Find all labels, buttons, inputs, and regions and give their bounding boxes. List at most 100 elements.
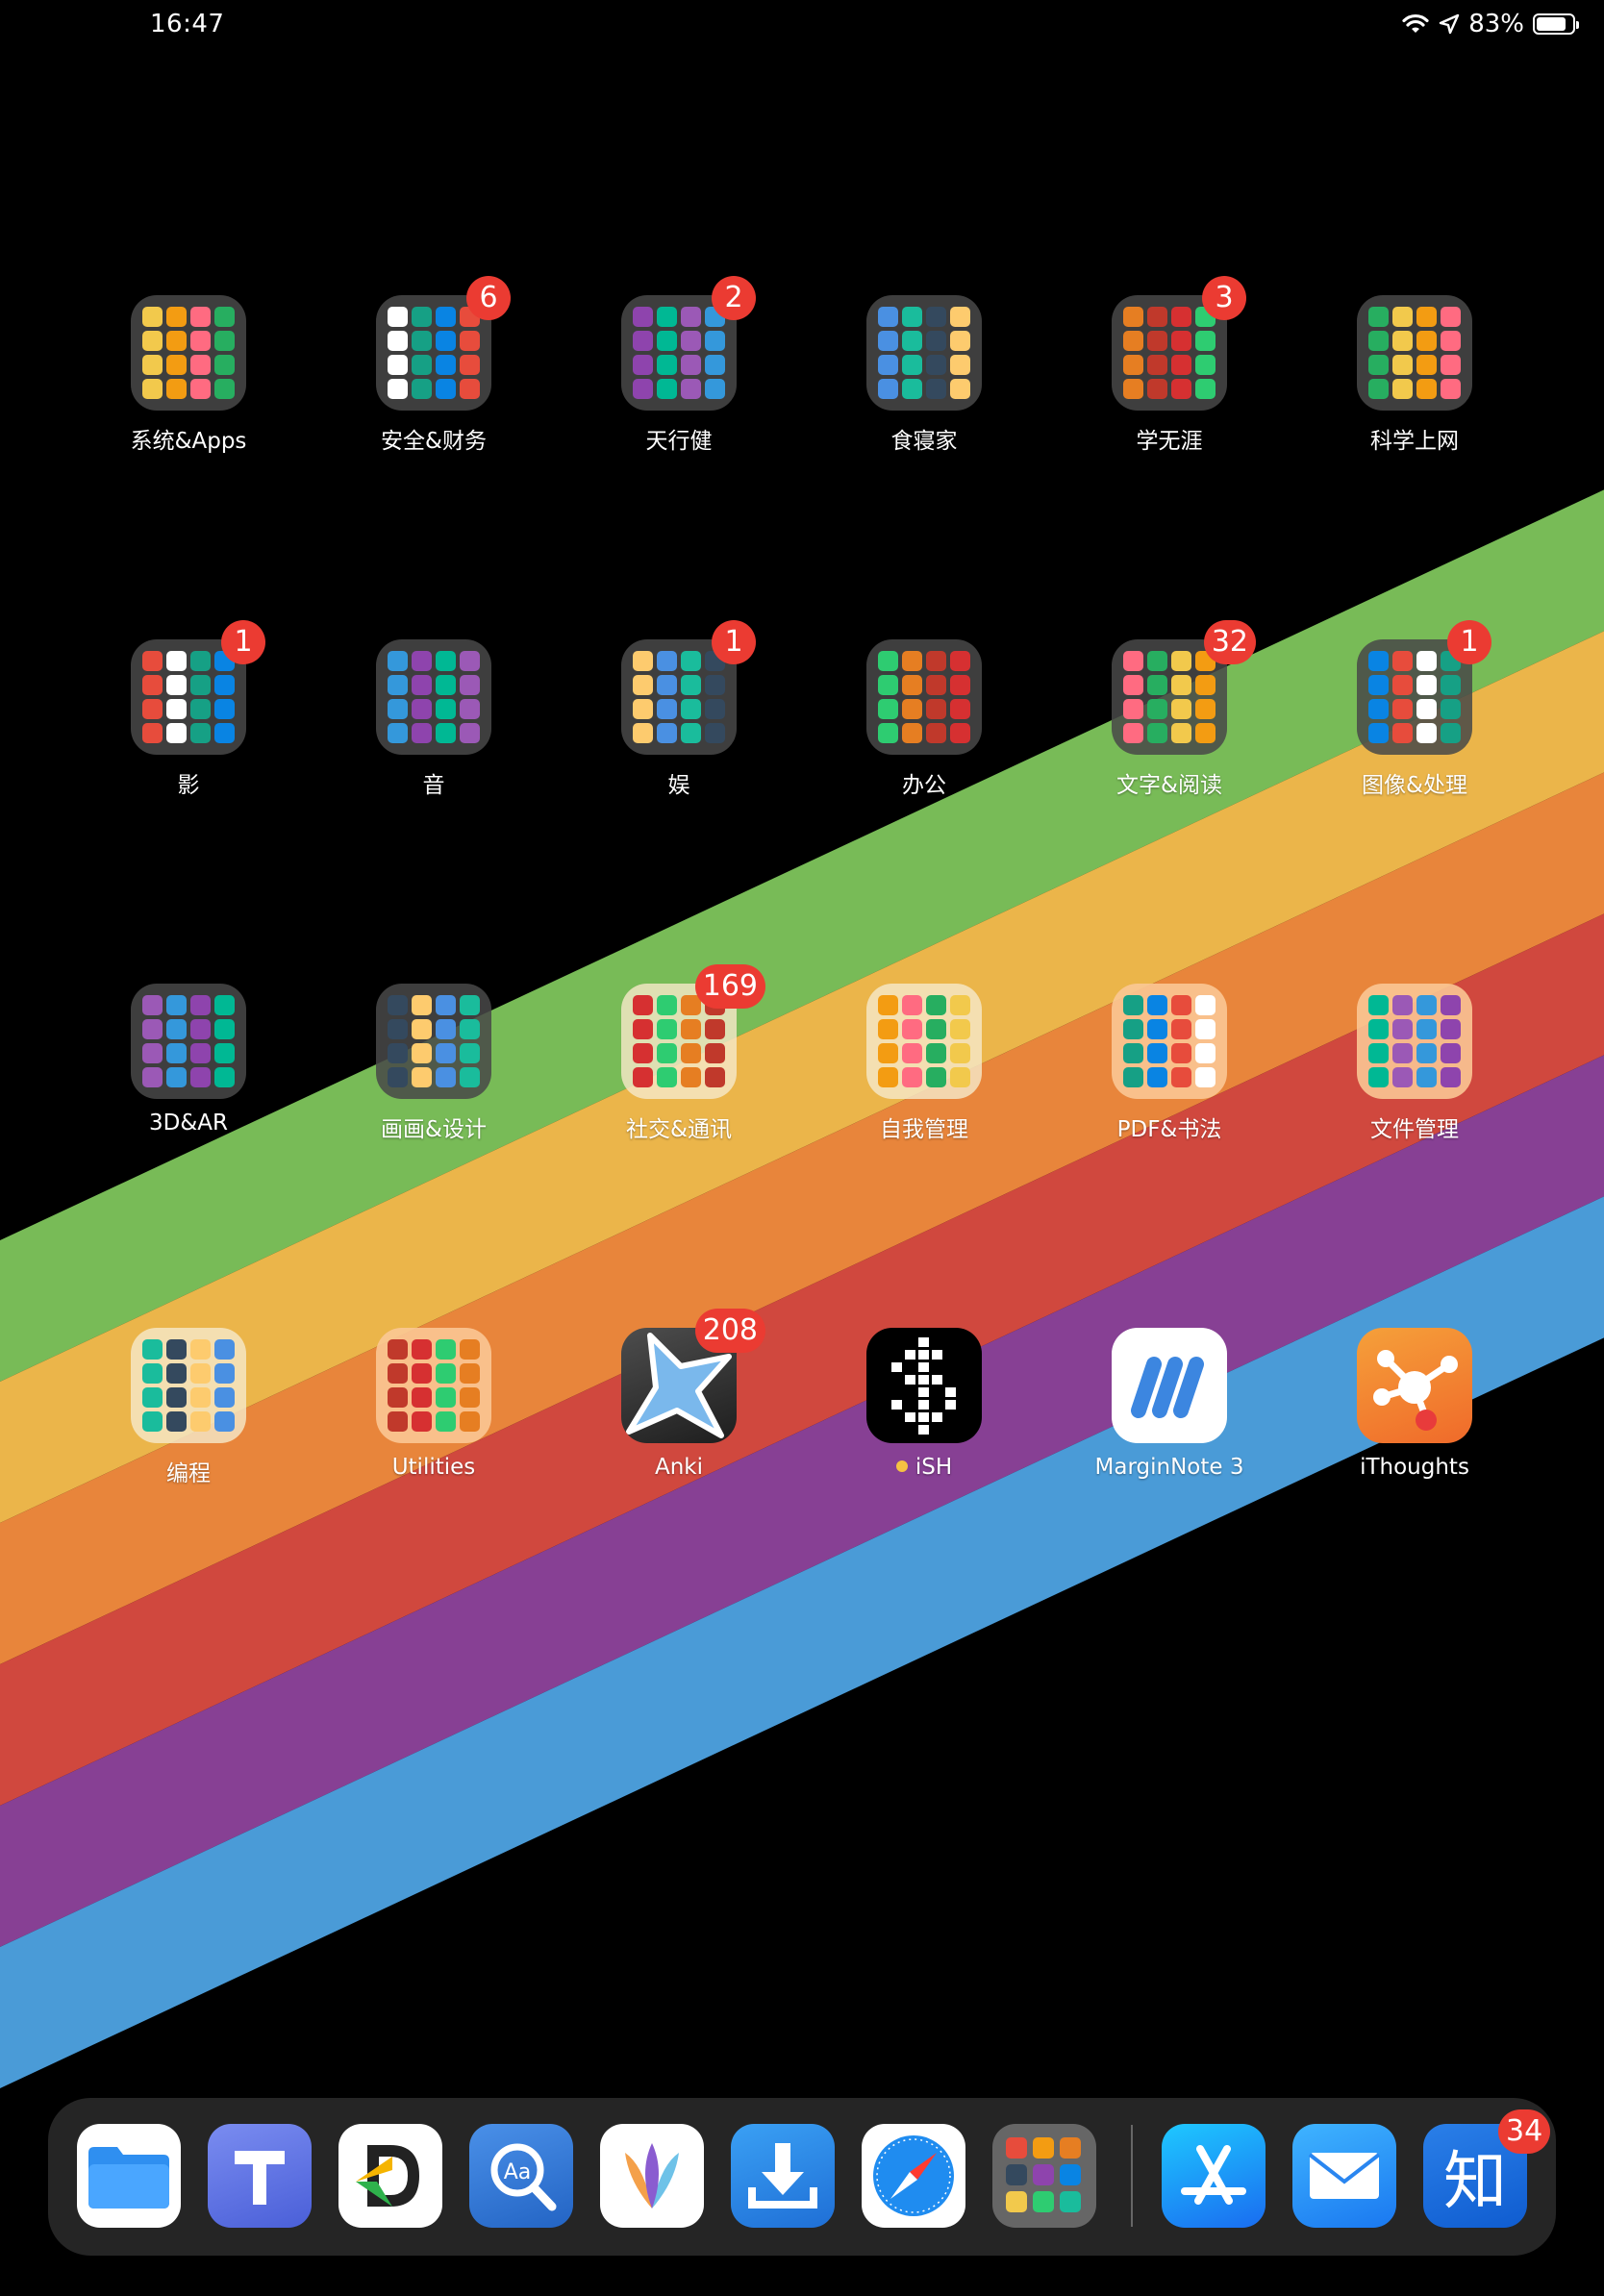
safari-app[interactable] xyxy=(862,2124,965,2228)
folder-icon[interactable] xyxy=(1357,984,1472,1099)
mini-app-icon xyxy=(633,1019,653,1039)
mini-app-icon xyxy=(1416,675,1437,695)
folder-icon[interactable] xyxy=(866,984,982,1099)
mini-app-icon xyxy=(166,1411,187,1432)
mini-app-icon xyxy=(436,355,456,375)
folder-8[interactable]: 娱1 xyxy=(573,620,785,832)
folder-13[interactable]: 画画&设计 xyxy=(328,984,539,1176)
folder-icon[interactable] xyxy=(131,1328,246,1443)
mini-app-icon xyxy=(1171,1067,1191,1087)
app-22[interactable]: MarginNote 3 xyxy=(1064,1328,1275,1520)
mini-app-icon xyxy=(926,651,946,671)
folder-icon[interactable] xyxy=(866,639,982,755)
mail-app[interactable] xyxy=(1292,2124,1396,2228)
folder-12[interactable]: 3D&AR xyxy=(83,984,294,1176)
mini-app-icon xyxy=(214,675,235,695)
folder-19[interactable]: Utilities xyxy=(328,1328,539,1520)
folder-18[interactable]: 编程 xyxy=(83,1328,294,1520)
files-app[interactable] xyxy=(77,2124,181,2228)
files-folder-icon xyxy=(77,2124,181,2228)
folder-14[interactable]: 社交&通讯 169 xyxy=(573,964,785,1176)
app-label-text: 社交&通讯 xyxy=(626,1117,732,1142)
notification-badge: 34 xyxy=(1498,2109,1551,2154)
folder-0[interactable]: 系统&Apps xyxy=(83,295,294,487)
mini-app-icon xyxy=(460,1411,480,1432)
app-label-text: 娱 xyxy=(667,773,690,798)
mini-app-icon xyxy=(878,995,898,1015)
app-label-text: 3D&AR xyxy=(149,1111,228,1136)
mini-app-icon xyxy=(1147,1019,1167,1039)
mini-app-icon xyxy=(1147,331,1167,351)
marginnote-icon[interactable] xyxy=(1112,1328,1227,1443)
app-label: MarginNote 3 xyxy=(1064,1455,1275,1480)
app-label: 娱 xyxy=(573,766,785,799)
mini-app-icon xyxy=(681,651,701,671)
ithoughts-mindmap-icon[interactable] xyxy=(1357,1328,1472,1443)
folder-10[interactable]: 文字&阅读 32 xyxy=(1064,620,1275,832)
mini-app-icon xyxy=(166,995,187,1015)
folder-16[interactable]: PDF&书法 xyxy=(1064,984,1275,1176)
folder-icon[interactable] xyxy=(376,984,491,1099)
mini-app-icon xyxy=(436,1043,456,1063)
folder-9[interactable]: 办公 xyxy=(818,639,1030,832)
mini-app-icon xyxy=(1171,699,1191,719)
mini-app-icon xyxy=(878,699,898,719)
mini-app-icon xyxy=(166,1067,187,1087)
folder-icon[interactable] xyxy=(866,295,982,411)
dictionary-app[interactable]: Aa xyxy=(469,2124,573,2228)
folder-1[interactable]: 安全&财务 6 xyxy=(328,276,539,487)
app-label-text: MarginNote 3 xyxy=(1094,1455,1244,1480)
app-21[interactable]: iSH xyxy=(818,1328,1030,1520)
app-label: PDF&书法 xyxy=(1064,1111,1275,1143)
app-20[interactable]: Anki 208 xyxy=(573,1309,785,1520)
folder-icon[interactable] xyxy=(131,295,246,411)
mini-app-icon xyxy=(412,1387,432,1408)
mindnode-app[interactable] xyxy=(600,2124,704,2228)
folder-7[interactable]: 音 xyxy=(328,639,539,832)
app-store-app[interactable] xyxy=(1162,2124,1266,2228)
folder-2[interactable]: 天行健 2 xyxy=(573,276,785,487)
folder-6[interactable]: 影1 xyxy=(83,620,294,832)
mini-app-icon xyxy=(1195,675,1216,695)
downloader-app[interactable] xyxy=(731,2124,835,2228)
mini-app-icon xyxy=(1368,355,1389,375)
app-label-text: 系统&Apps xyxy=(130,429,247,454)
mini-app-icon xyxy=(1123,1067,1143,1087)
folder-15[interactable]: 自我管理 xyxy=(818,984,1030,1176)
mini-app-icon xyxy=(1392,723,1413,743)
folder-icon[interactable] xyxy=(376,1328,491,1443)
documents-app[interactable] xyxy=(338,2124,442,2228)
folder-5[interactable]: 科学上网 xyxy=(1309,295,1520,487)
typeeto-app[interactable] xyxy=(208,2124,312,2228)
folder-17[interactable]: 文件管理 xyxy=(1309,984,1520,1176)
mini-app-icon xyxy=(190,1363,211,1384)
app-label-text: 编程 xyxy=(166,1461,211,1486)
app-23[interactable]: iThoughts xyxy=(1309,1328,1520,1520)
mini-app-icon xyxy=(1392,651,1413,671)
app-label-text: 画画&设计 xyxy=(381,1117,487,1142)
mini-app-icon xyxy=(142,1067,163,1087)
folder-3[interactable]: 食寝家 xyxy=(818,295,1030,487)
mini-app-icon xyxy=(1171,651,1191,671)
mini-app-icon xyxy=(412,651,432,671)
folder-icon[interactable] xyxy=(131,984,246,1099)
folder-icon[interactable] xyxy=(1357,295,1472,411)
ish-dollar-icon[interactable] xyxy=(866,1328,982,1443)
folder-icon[interactable] xyxy=(376,639,491,755)
mini-app-icon xyxy=(1171,331,1191,351)
mini-app-icon xyxy=(926,379,946,399)
dock-folder[interactable] xyxy=(992,2124,1096,2228)
mini-app-icon xyxy=(1171,675,1191,695)
mini-app-icon xyxy=(388,651,408,671)
mini-app-icon xyxy=(460,1019,480,1039)
mini-app-icon xyxy=(166,651,187,671)
folder-icon[interactable] xyxy=(1112,984,1227,1099)
mini-app-icon xyxy=(1123,699,1143,719)
mini-app-icon xyxy=(1441,355,1461,375)
mini-app-icon xyxy=(878,379,898,399)
folder-4[interactable]: 学无涯 3 xyxy=(1064,276,1275,487)
folder-11[interactable]: 图像&处理 1 xyxy=(1309,620,1520,832)
mini-app-icon xyxy=(142,1387,163,1408)
mini-app-icon xyxy=(633,1067,653,1087)
mini-app-icon xyxy=(142,307,163,327)
